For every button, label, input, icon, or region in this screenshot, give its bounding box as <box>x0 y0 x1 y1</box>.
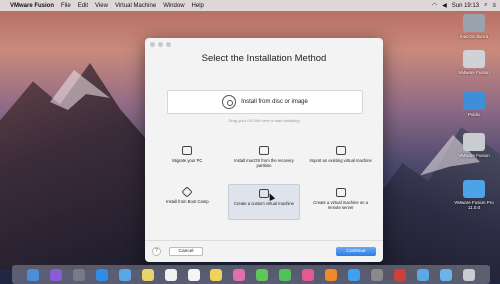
menu-edit[interactable]: Edit <box>78 3 88 9</box>
folder-icon[interactable] <box>416 268 429 281</box>
menu-window[interactable]: Window <box>163 3 184 9</box>
install-from-disc-label: Install from disc or image <box>241 99 308 105</box>
menu-app-name[interactable]: VMware Fusion <box>10 3 54 9</box>
desktop-icon-label: VMware Fusion <box>458 153 490 158</box>
option-install-macos-recovery[interactable]: Install macOS from the recovery partitio… <box>228 142 301 178</box>
menu-file[interactable]: File <box>61 3 71 9</box>
vmware-icon[interactable] <box>393 268 406 281</box>
option-label: Import an existing virtual machine <box>309 158 372 163</box>
menubar-status-area: ◠ ◀ Sun 19:13 ⌕ ≡ <box>432 2 496 9</box>
disk-image-icon <box>463 50 485 68</box>
ibooks-icon[interactable] <box>325 268 338 281</box>
photos-icon[interactable] <box>233 268 246 281</box>
window-controls <box>150 42 171 47</box>
mail-icon[interactable] <box>118 268 131 281</box>
option-label: Install from Boot Camp <box>166 199 209 204</box>
downloads-icon[interactable] <box>439 268 452 281</box>
zoom-window-button[interactable] <box>166 42 171 47</box>
menu-view[interactable]: View <box>95 3 108 9</box>
drive-icon <box>463 14 485 32</box>
installation-method-window: Select the Installation Method Install f… <box>145 38 383 262</box>
import-icon <box>335 146 346 155</box>
stickies-icon[interactable] <box>210 268 223 281</box>
notes-icon[interactable] <box>141 268 154 281</box>
menu-virtual-machine[interactable]: Virtual Machine <box>115 3 156 9</box>
continue-button[interactable]: Continue <box>336 247 376 256</box>
launchpad-icon[interactable] <box>72 268 85 281</box>
menu-bar: VMware Fusion File Edit View Virtual Mac… <box>0 0 500 11</box>
option-create-remote-vm[interactable]: Create a virtual machine on a remote ser… <box>304 184 377 220</box>
wifi-icon[interactable]: ◠ <box>432 2 437 9</box>
calendar-icon[interactable] <box>164 268 177 281</box>
option-label: Create a virtual machine on a remote ser… <box>313 200 368 211</box>
folder-icon <box>463 180 485 198</box>
facetime-icon[interactable] <box>279 268 292 281</box>
disk-image-icon <box>463 133 485 151</box>
trash-icon[interactable] <box>462 268 475 281</box>
window-footer: ? Cancel Continue <box>145 240 383 262</box>
installation-options-grid: Migrate your PC Install macOS from the r… <box>151 142 377 220</box>
disc-icon <box>222 95 237 109</box>
option-create-custom-vm[interactable]: Create a custom virtual machine <box>227 184 301 220</box>
itunes-icon[interactable] <box>302 268 315 281</box>
window-title: Select the Installation Method <box>201 53 327 64</box>
finder-icon[interactable] <box>26 268 39 281</box>
spotlight-icon[interactable]: ⌕ <box>484 2 487 9</box>
bootcamp-icon <box>181 186 193 198</box>
option-migrate-pc[interactable]: Migrate your PC <box>151 142 224 178</box>
remote-server-icon <box>335 188 346 197</box>
desktop-icon-label: Public <box>467 112 481 117</box>
desktop-icon-label: VMware Fusion <box>458 70 490 75</box>
minimize-window-button[interactable] <box>158 42 163 47</box>
option-install-boot-camp[interactable]: Install from Boot Camp <box>151 184 224 220</box>
reminders-icon[interactable] <box>187 268 200 281</box>
desktop-icon-public[interactable]: Public <box>450 92 498 117</box>
messages-icon[interactable] <box>256 268 269 281</box>
preferences-icon[interactable] <box>371 268 383 281</box>
dock <box>12 265 490 284</box>
volume-icon[interactable]: ◀ <box>442 2 447 9</box>
desktop-icon-vmware-fusion-2[interactable]: VMware Fusion <box>450 133 498 158</box>
install-from-disc-button[interactable]: Install from disc or image <box>167 90 363 114</box>
clock[interactable]: Sun 19:13 <box>452 3 479 9</box>
option-label: Create a custom virtual machine <box>233 201 295 206</box>
siri-icon[interactable] <box>49 268 62 281</box>
desktop-icon-label: macOS Sierra <box>459 34 489 39</box>
option-label: Install macOS from the recovery partitio… <box>234 158 294 169</box>
close-window-button[interactable] <box>150 42 155 47</box>
menu-help[interactable]: Help <box>192 3 204 9</box>
pc-icon <box>182 146 193 155</box>
cancel-button[interactable]: Cancel <box>169 247 203 256</box>
desktop-icon-vmware-fusion[interactable]: VMware Fusion <box>450 50 498 75</box>
notification-center-icon[interactable]: ≡ <box>492 3 496 9</box>
drag-hint: Drag your ISO file here to start install… <box>228 118 300 123</box>
option-label: Migrate your PC <box>172 158 203 163</box>
help-button[interactable]: ? <box>152 247 161 256</box>
desktop-icon-vmware-fusion-pro[interactable]: VMware Fusion Pro 11.0.0 <box>450 180 498 210</box>
safari-icon[interactable] <box>95 268 108 281</box>
laptop-icon <box>258 146 269 155</box>
desktop-icon-label: VMware Fusion Pro 11.0.0 <box>454 200 494 211</box>
desktop-icon-macos-sierra[interactable]: macOS Sierra <box>450 14 498 39</box>
option-import-existing-vm[interactable]: Import an existing virtual machine <box>304 142 377 178</box>
server-icon <box>463 92 485 110</box>
appstore-icon[interactable] <box>348 268 361 281</box>
